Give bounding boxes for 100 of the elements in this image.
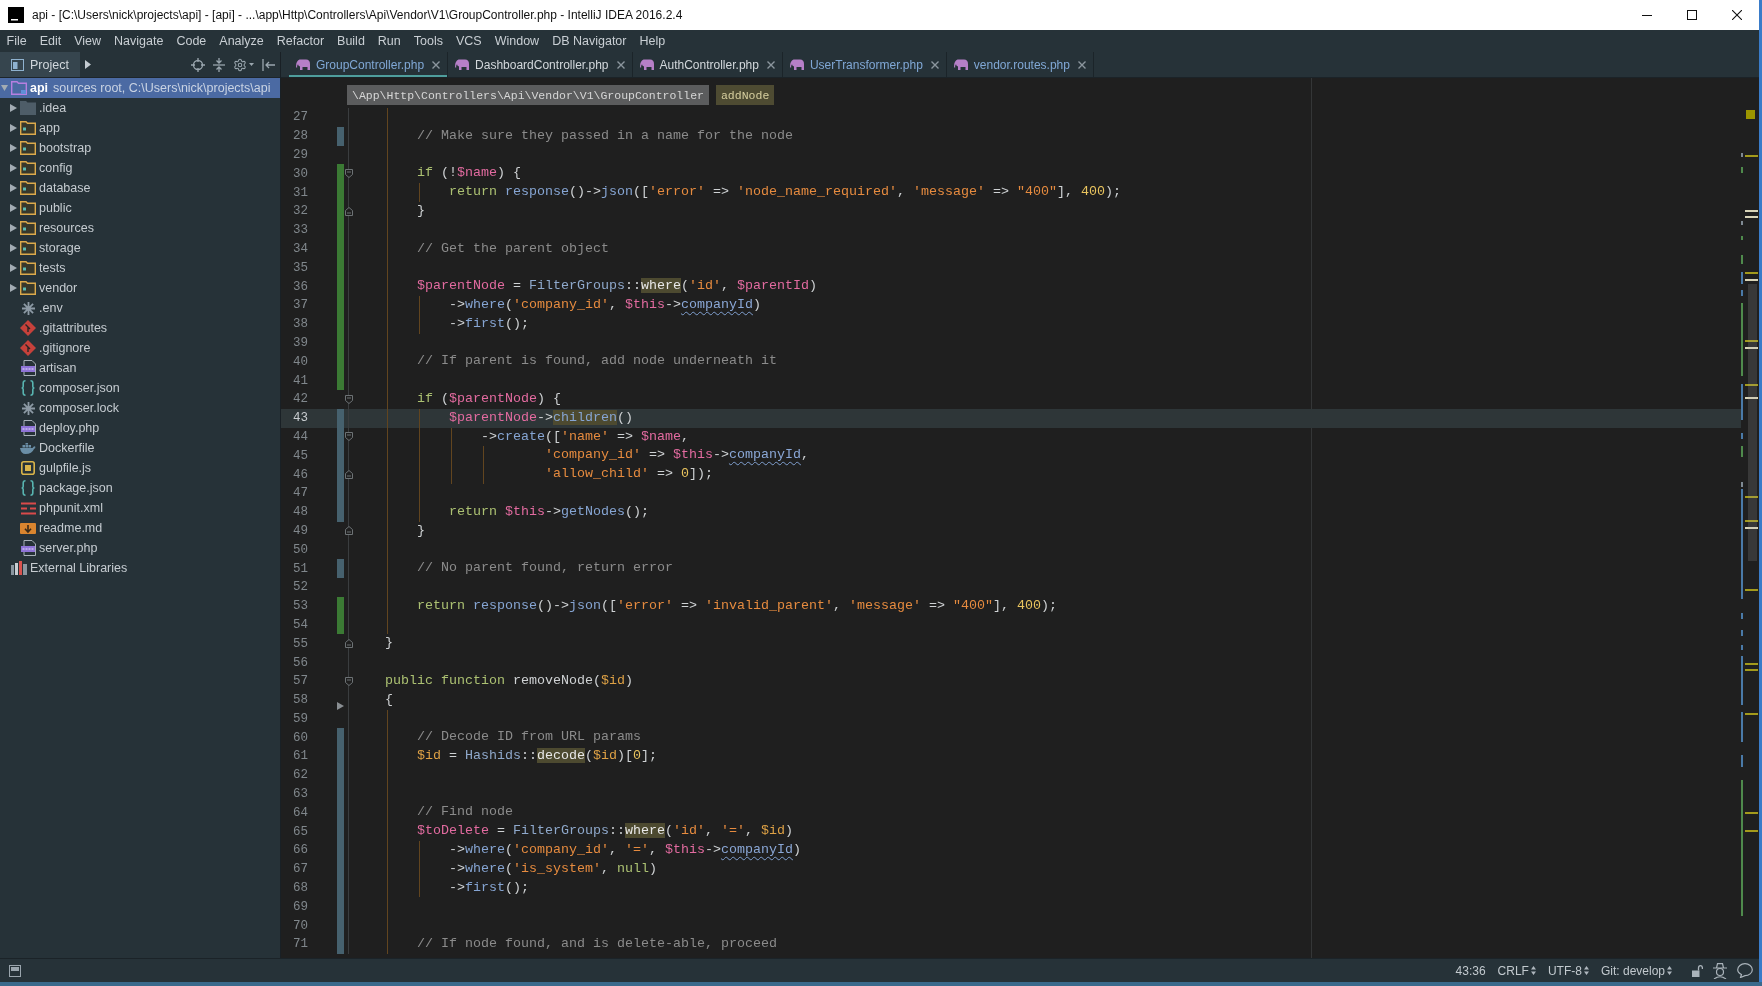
editor-tab[interactable]: vendor.routes.php xyxy=(946,52,1094,77)
tree-item[interactable]: gulpfile.js xyxy=(0,458,280,478)
menu-item[interactable]: Window xyxy=(488,30,546,52)
scrollbar-thumb[interactable] xyxy=(1748,284,1757,561)
tree-item[interactable]: composer.json xyxy=(0,378,280,398)
editor-tab[interactable]: DashboardController.php xyxy=(448,52,633,77)
change-marker[interactable] xyxy=(337,502,344,522)
fold-icon[interactable] xyxy=(344,394,353,404)
close-icon[interactable] xyxy=(766,60,775,69)
encoding-button[interactable]: UTF-8 xyxy=(1543,960,1593,981)
change-marker[interactable] xyxy=(337,596,344,616)
unlock-icon[interactable] xyxy=(1692,964,1703,977)
tree-item[interactable]: package.json xyxy=(0,478,280,498)
line-number: 47 xyxy=(293,486,308,501)
menu-item[interactable]: Code xyxy=(169,30,213,52)
menu-item[interactable]: Edit xyxy=(33,30,68,52)
tree-item[interactable]: public xyxy=(0,198,280,218)
fold-icon[interactable] xyxy=(344,639,353,649)
tree-item[interactable]: config xyxy=(0,158,280,178)
tool-windows-icon[interactable] xyxy=(9,964,21,977)
tree-item[interactable]: Dockerfile xyxy=(0,438,280,458)
editor-tab[interactable]: UserTransformer.php xyxy=(782,52,947,77)
fold-icon[interactable] xyxy=(344,676,353,686)
collapse-icon[interactable] xyxy=(213,57,225,72)
close-icon[interactable] xyxy=(432,60,441,69)
tree-item[interactable]: database xyxy=(0,178,280,198)
menu-item[interactable]: Navigate xyxy=(107,30,170,52)
editor-tab[interactable]: GroupController.php xyxy=(289,52,449,77)
crosshair-icon[interactable] xyxy=(191,57,205,72)
expand-arrow-icon[interactable] xyxy=(10,124,17,132)
tree-item[interactable]: .gitignore xyxy=(0,338,280,358)
inspector-icon[interactable] xyxy=(1712,962,1728,979)
settings-icon[interactable] xyxy=(233,57,247,72)
project-view-tab[interactable]: Project xyxy=(0,52,80,77)
breadcrumb[interactable]: addNode xyxy=(715,85,775,105)
menu-item[interactable]: Tools xyxy=(407,30,450,52)
close-icon[interactable] xyxy=(616,60,625,69)
change-marker[interactable] xyxy=(337,126,344,146)
menu-item[interactable]: Help xyxy=(633,30,672,52)
speech-bubble-icon[interactable] xyxy=(1737,963,1753,978)
expand-arrow-icon[interactable] xyxy=(10,164,17,172)
tree-item[interactable]: storage xyxy=(0,238,280,258)
change-marker[interactable] xyxy=(337,935,344,954)
change-marker[interactable] xyxy=(337,615,344,635)
tree-item[interactable]: resources xyxy=(0,218,280,238)
fold-icon[interactable] xyxy=(344,526,353,536)
line-number: 31 xyxy=(293,185,308,200)
tree-item[interactable]: .gitattributes xyxy=(0,318,280,338)
menu-item[interactable]: View xyxy=(67,30,108,52)
menu-item[interactable]: Refactor xyxy=(270,30,331,52)
tree-item[interactable]: phpunit.xml xyxy=(0,498,280,518)
tree-item[interactable]: api sources root, C:\Users\nick\projects\api xyxy=(0,78,280,98)
change-marker[interactable] xyxy=(337,371,344,390)
fold-icon[interactable] xyxy=(344,470,353,480)
fold-icon[interactable] xyxy=(344,206,353,216)
up-down-arrows-icon xyxy=(1530,966,1536,975)
change-marker[interactable] xyxy=(337,559,344,578)
menu-item[interactable]: Run xyxy=(371,30,408,52)
expand-arrow-icon[interactable] xyxy=(10,244,17,252)
tree-item[interactable]: deploy.php xyxy=(0,418,280,438)
menu-item[interactable]: VCS xyxy=(449,30,489,52)
code-line: ->where('is_system', null) xyxy=(448,859,657,878)
change-marker[interactable] xyxy=(337,164,344,184)
tree-item[interactable]: vendor xyxy=(0,278,280,298)
tree-item[interactable]: server.php xyxy=(0,538,280,558)
expand-arrow-icon[interactable] xyxy=(10,204,17,212)
tree-item[interactable]: .env xyxy=(0,298,280,318)
tree-item[interactable]: tests xyxy=(0,258,280,278)
menu-item[interactable]: Analyze xyxy=(212,30,271,52)
tree-item[interactable]: External Libraries xyxy=(0,558,280,578)
fold-icon[interactable] xyxy=(344,169,353,179)
tree-item[interactable]: composer.lock xyxy=(0,398,280,418)
tree-item[interactable]: app xyxy=(0,118,280,138)
code-line: } xyxy=(385,634,393,653)
fold-icon[interactable] xyxy=(344,432,353,442)
tree-item[interactable]: bootstrap xyxy=(0,138,280,158)
hide-panel-icon[interactable] xyxy=(262,58,275,71)
tree-item[interactable]: .idea xyxy=(0,98,280,118)
expand-arrow-icon[interactable] xyxy=(10,104,17,112)
expand-arrow-icon[interactable] xyxy=(10,144,17,152)
change-marker[interactable] xyxy=(337,408,344,428)
editor-tab[interactable]: AuthController.php xyxy=(632,52,783,77)
caret-icon[interactable] xyxy=(84,60,91,69)
tree-item[interactable]: readme.md xyxy=(0,518,280,538)
tree-item[interactable]: artisan xyxy=(0,358,280,378)
expand-arrow-icon[interactable] xyxy=(10,184,17,192)
expand-arrow-icon[interactable] xyxy=(10,224,17,232)
line-separator-button[interactable]: CRLF xyxy=(1493,960,1540,981)
menu-item[interactable]: Build xyxy=(330,30,372,52)
change-marker[interactable] xyxy=(337,728,344,748)
menu-item[interactable]: DB Navigator xyxy=(545,30,633,52)
cursor-position[interactable]: 43:36 xyxy=(1451,960,1490,981)
close-icon[interactable] xyxy=(1077,60,1086,69)
expand-arrow-icon[interactable] xyxy=(10,264,17,272)
breadcrumb[interactable]: \App\Http\Controllers\Api\Vendor\V1\GroupController xyxy=(347,85,709,105)
close-icon[interactable] xyxy=(930,60,939,69)
menu-item[interactable]: File xyxy=(0,30,34,52)
dropdown-caret-icon[interactable] xyxy=(249,63,254,66)
git-branch-button[interactable]: Git: develop xyxy=(1596,960,1676,981)
expand-arrow-icon[interactable] xyxy=(10,284,17,292)
